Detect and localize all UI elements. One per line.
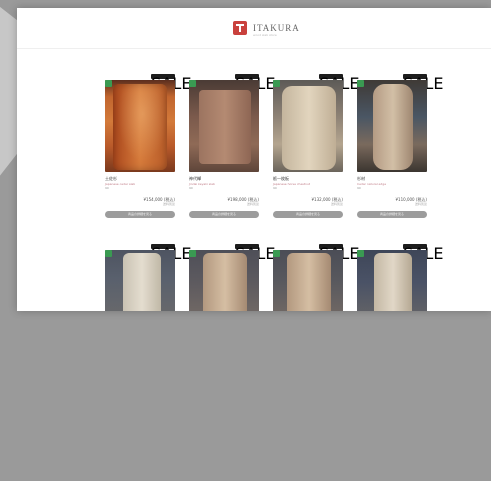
site-header: ITAKURA wood slab store — [17, 8, 491, 49]
wood-slab-image — [123, 253, 161, 311]
new-badge-icon — [105, 250, 112, 257]
sale-badge: SALE — [235, 244, 275, 263]
product-grid: SALE 土佐杉 Japanese cedar slab 90 ¥154,000… — [105, 74, 443, 311]
view-details-button[interactable]: 商品の詳細を見る — [273, 211, 343, 218]
wood-slab-image — [374, 253, 412, 311]
product-name: 土佐杉 — [105, 176, 117, 181]
product-image[interactable] — [357, 80, 427, 172]
sale-badge: SALE — [151, 244, 191, 263]
wood-slab-image — [113, 84, 167, 170]
sale-badge: SALE — [151, 74, 191, 93]
product-image[interactable] — [105, 80, 175, 172]
product-subtitle: Japanese horse chestnut — [273, 182, 311, 186]
wood-slab-image — [203, 253, 247, 311]
product-name: 神代欅 — [189, 176, 201, 181]
product-meta: 90 — [105, 186, 109, 190]
wood-slab-image — [282, 86, 336, 170]
product-image[interactable] — [105, 250, 175, 311]
product-image[interactable] — [357, 250, 427, 311]
shipping-note: 送料別途 — [246, 202, 259, 206]
logo-icon — [233, 21, 247, 35]
product-meta: 90 — [189, 186, 193, 190]
browser-page: ITAKURA wood slab store SALE 土佐杉 Japanes… — [17, 8, 491, 311]
product-image[interactable] — [273, 80, 343, 172]
product-image[interactable] — [189, 80, 259, 172]
new-badge-icon — [357, 80, 364, 87]
product-meta: 90 — [273, 186, 277, 190]
view-details-button[interactable]: 商品の詳細を見る — [105, 211, 175, 218]
product-meta: 90 — [357, 186, 361, 190]
view-details-button[interactable]: 商品の詳細を見る — [357, 211, 427, 218]
brand-tagline: wood slab store — [253, 33, 277, 37]
view-details-button[interactable]: 商品の詳細を見る — [189, 211, 259, 218]
sale-badge: SALE — [403, 244, 443, 263]
sale-badge: SALE — [403, 74, 443, 93]
new-badge-icon — [189, 250, 196, 257]
wood-slab-image — [199, 90, 251, 164]
product-name: 栃一枚板 — [273, 176, 289, 181]
new-badge-icon — [105, 80, 112, 87]
sale-badge: SALE — [319, 74, 359, 93]
new-badge-icon — [357, 250, 364, 257]
product-image[interactable] — [189, 250, 259, 311]
sale-badge: SALE — [319, 244, 359, 263]
product-image[interactable] — [273, 250, 343, 311]
wood-slab-image — [287, 253, 331, 311]
product-subtitle: Japanese cedar slab — [105, 182, 136, 186]
product-name: 杉材 — [357, 176, 365, 181]
new-badge-icon — [189, 80, 196, 87]
shipping-note: 送料別途 — [330, 202, 343, 206]
shipping-note: 送料別途 — [162, 202, 175, 206]
wood-slab-image — [373, 84, 413, 170]
brand-name: ITAKURA — [253, 22, 300, 33]
new-badge-icon — [273, 80, 280, 87]
shipping-note: 送料別途 — [414, 202, 427, 206]
sale-badge: SALE — [235, 74, 275, 93]
product-subtitle: Cedar natural edge — [357, 182, 387, 186]
new-badge-icon — [273, 250, 280, 257]
